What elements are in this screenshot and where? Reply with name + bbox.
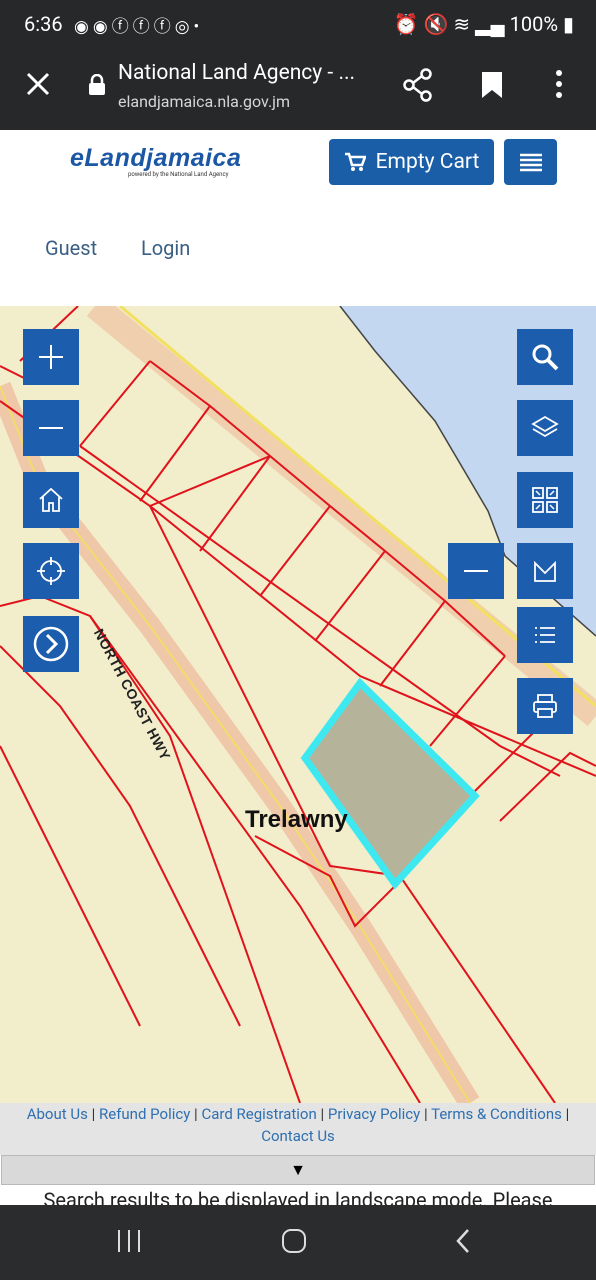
home-icon — [39, 487, 63, 512]
logo-tagline: powered by the National Land Agency — [128, 171, 229, 178]
parish-label: Trelawny — [245, 806, 348, 833]
page-domain[interactable]: elandjamaica.nla.gov.jm — [118, 92, 290, 111]
locate-button[interactable] — [23, 543, 79, 599]
home-button[interactable] — [23, 472, 79, 528]
facebook-icon: ⓕ — [153, 17, 175, 37]
chevron-down-icon: ▼ — [290, 1160, 306, 1179]
footer-link-terms[interactable]: Terms & Conditions — [431, 1105, 562, 1123]
more-options-icon[interactable] — [552, 68, 566, 100]
list-button[interactable] — [517, 607, 573, 663]
battery-icon: ▮ — [562, 12, 574, 36]
messenger-icon: ◉ — [74, 17, 93, 37]
search-icon — [532, 344, 559, 371]
nav-guest[interactable]: Guest — [45, 236, 97, 260]
collapse-button[interactable] — [448, 543, 504, 599]
logo-text: eLandjamaica — [70, 144, 242, 172]
back-icon[interactable] — [450, 1227, 478, 1255]
results-toggle-bar[interactable]: ▼ — [1, 1155, 595, 1185]
map-canvas[interactable] — [0, 306, 596, 1103]
zoom-in-icon — [39, 345, 63, 369]
zoom-out-icon — [39, 427, 63, 429]
footer-link-about[interactable]: About Us — [27, 1105, 88, 1123]
battery-level: 100% — [509, 12, 559, 36]
footer-separator: | — [565, 1105, 570, 1123]
page-title[interactable]: National Land Agency - ... — [118, 61, 355, 85]
footer-link-privacy[interactable]: Privacy Policy — [328, 1105, 420, 1123]
search-button[interactable] — [517, 329, 573, 385]
facebook-icon: ⓕ — [132, 17, 154, 37]
layers-icon — [531, 415, 559, 438]
hamburger-icon — [519, 153, 542, 172]
nav-login[interactable]: Login — [141, 236, 190, 260]
mute-icon: 🔇 — [423, 12, 449, 36]
footer-link-refund[interactable]: Refund Policy — [99, 1105, 190, 1123]
zoom-out-button[interactable] — [23, 400, 79, 456]
cart-icon — [344, 152, 366, 171]
map-view[interactable]: NORTH COAST HWY Trelawny — [0, 306, 596, 1103]
qr-icon — [532, 487, 558, 513]
locate-icon — [37, 557, 65, 585]
system-nav-bar — [0, 1205, 596, 1280]
clock: 6:36 — [24, 12, 63, 36]
facebook-icon: ⓕ — [111, 17, 133, 37]
instagram-icon: ◎ — [174, 17, 194, 37]
close-icon[interactable] — [22, 68, 54, 100]
cart-label: Empty Cart — [375, 150, 480, 174]
expand-panel-icon — [33, 626, 69, 662]
site-header: eLandjamaica powered by the National Lan… — [0, 130, 596, 306]
wifi-icon: ≋ — [453, 12, 471, 36]
site-logo[interactable]: eLandjamaica powered by the National Lan… — [70, 144, 241, 178]
browser-toolbar: National Land Agency - ... elandjamaica.… — [0, 50, 596, 130]
home-nav-icon[interactable] — [280, 1227, 308, 1255]
list-icon — [535, 627, 555, 643]
print-button[interactable] — [517, 678, 573, 734]
system-icons: ⏰ 🔇 ≋ ▂▄ 100% ▮ — [394, 12, 574, 37]
print-icon — [533, 694, 557, 718]
expand-panel-button[interactable] — [23, 616, 79, 672]
status-bar: 6:36 ◉◉ⓕⓕⓕ◎• ⏰ 🔇 ≋ ▂▄ 100% ▮ — [0, 0, 596, 50]
footer-separator: | — [320, 1105, 325, 1123]
recent-apps-icon[interactable] — [115, 1227, 143, 1255]
footer-link-card-registration[interactable]: Card Registration — [201, 1105, 316, 1123]
zoom-in-button[interactable] — [23, 329, 79, 385]
dot-icon: • — [193, 17, 204, 37]
messenger-icon: ◉ — [92, 17, 112, 37]
layers-button[interactable] — [517, 400, 573, 456]
footer-links: About Us | Refund Policy | Card Registra… — [0, 1103, 596, 1155]
footer-link-contact[interactable]: Contact Us — [261, 1127, 335, 1145]
bookmark-icon[interactable] — [480, 70, 504, 100]
notification-icons: ◉◉ⓕⓕⓕ◎• — [74, 12, 203, 37]
empty-cart-button[interactable]: Empty Cart — [329, 139, 494, 185]
alarm-icon: ⏰ — [393, 12, 419, 36]
signal-icon: ▂▄ — [475, 12, 505, 36]
landscape-notice: Search results to be displayed in landsc… — [0, 1185, 596, 1205]
footer-separator: | — [194, 1105, 198, 1123]
collapse-icon — [464, 570, 488, 572]
qr-button[interactable] — [517, 472, 573, 528]
measure-icon — [534, 560, 556, 582]
menu-button[interactable] — [504, 139, 557, 185]
measure-button[interactable] — [517, 543, 573, 599]
footer-separator: | — [423, 1105, 428, 1123]
footer-separator: | — [91, 1105, 96, 1123]
lock-icon — [89, 74, 105, 95]
share-icon[interactable] — [402, 68, 434, 102]
